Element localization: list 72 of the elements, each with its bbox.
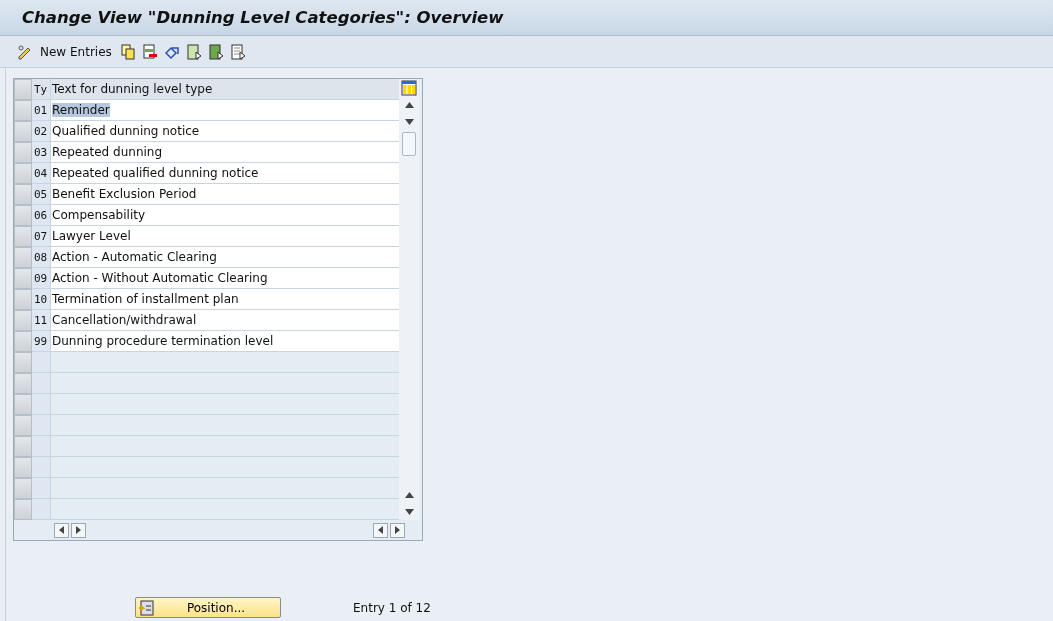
row-selector[interactable] bbox=[14, 289, 32, 310]
table-cell[interactable]: Cancellation/withdrawal bbox=[51, 310, 399, 331]
window-title: Change View "Dunning Level Categories": Overview bbox=[22, 8, 504, 27]
scroll-down-icon[interactable] bbox=[404, 118, 414, 125]
row-selector[interactable] bbox=[14, 205, 32, 226]
table-cell[interactable]: Qualified dunning notice bbox=[51, 121, 399, 142]
table-cell: 06 bbox=[32, 205, 51, 226]
row-selector[interactable] bbox=[14, 226, 32, 247]
table-cell[interactable]: Benefit Exclusion Period bbox=[51, 184, 399, 205]
scroll-up-icon[interactable] bbox=[404, 491, 414, 498]
scroll-right-button[interactable] bbox=[71, 522, 86, 538]
table-cell[interactable]: Repeated qualified dunning notice bbox=[51, 163, 399, 184]
row-selector[interactable] bbox=[14, 415, 32, 436]
select-block-icon[interactable] bbox=[207, 43, 224, 60]
table-cell[interactable]: Termination of installment plan bbox=[51, 289, 399, 310]
scroll-left-button[interactable] bbox=[54, 522, 69, 538]
row-selector[interactable] bbox=[14, 478, 32, 499]
table-cell: 05 bbox=[32, 184, 51, 205]
select-all-button[interactable] bbox=[14, 79, 32, 100]
table-cell: 01 bbox=[32, 100, 51, 121]
row-selector[interactable] bbox=[14, 100, 32, 121]
copy-icon[interactable] bbox=[119, 43, 136, 60]
row-selector[interactable] bbox=[14, 184, 32, 205]
position-button[interactable]: Position... bbox=[135, 597, 281, 618]
scroll-down-icon[interactable] bbox=[404, 508, 414, 515]
table-cell: 04 bbox=[32, 163, 51, 184]
caret-left-icon bbox=[59, 526, 64, 534]
delete-icon[interactable] bbox=[141, 43, 158, 60]
scroll-thumb[interactable] bbox=[402, 132, 416, 156]
table-cell: 03 bbox=[32, 142, 51, 163]
row-selector[interactable] bbox=[14, 268, 32, 289]
select-all-icon[interactable] bbox=[185, 43, 202, 60]
column-settings-icon[interactable] bbox=[401, 79, 417, 96]
caret-right-icon bbox=[395, 526, 400, 534]
table-cell[interactable]: Action - Automatic Clearing bbox=[51, 247, 399, 268]
caret-left-icon bbox=[378, 526, 383, 534]
column-header[interactable]: Ty bbox=[32, 79, 51, 100]
table-cell: 11 bbox=[32, 310, 51, 331]
row-selector[interactable] bbox=[14, 247, 32, 268]
table-cell[interactable]: Reminder bbox=[51, 100, 399, 121]
table-cell: 07 bbox=[32, 226, 51, 247]
row-selector[interactable] bbox=[14, 163, 32, 184]
row-selector[interactable] bbox=[14, 142, 32, 163]
table-cell: 99 bbox=[32, 331, 51, 352]
deselect-icon[interactable] bbox=[229, 43, 246, 60]
scroll-right-button[interactable] bbox=[390, 522, 405, 538]
row-selector[interactable] bbox=[14, 352, 32, 373]
table-cell[interactable]: Lawyer Level bbox=[51, 226, 399, 247]
scroll-up-icon[interactable] bbox=[404, 101, 414, 108]
entry-info: Entry 1 of 12 bbox=[353, 600, 431, 615]
table-cell[interactable]: Repeated dunning bbox=[51, 142, 399, 163]
row-selector[interactable] bbox=[14, 331, 32, 352]
table-cell[interactable]: Action - Without Automatic Clearing bbox=[51, 268, 399, 289]
table-cell: 02 bbox=[32, 121, 51, 142]
table-cell[interactable]: Dunning procedure termination level bbox=[51, 331, 399, 352]
row-selector[interactable] bbox=[14, 436, 32, 457]
column-header[interactable]: Text for dunning level type bbox=[51, 79, 399, 100]
position-icon bbox=[138, 599, 154, 616]
row-selector[interactable] bbox=[14, 373, 32, 394]
row-selector[interactable] bbox=[14, 310, 32, 331]
caret-right-icon bbox=[76, 526, 81, 534]
row-selector[interactable] bbox=[14, 457, 32, 478]
row-selector[interactable] bbox=[14, 499, 32, 520]
table-cell: 09 bbox=[32, 268, 51, 289]
table-cell: 10 bbox=[32, 289, 51, 310]
scroll-left-button[interactable] bbox=[373, 522, 388, 538]
row-selector[interactable] bbox=[14, 394, 32, 415]
pencil-icon[interactable] bbox=[16, 43, 32, 60]
table-cell: 08 bbox=[32, 247, 51, 268]
table-cell[interactable]: Compensability bbox=[51, 205, 399, 226]
row-selector[interactable] bbox=[14, 121, 32, 142]
new-entries-button[interactable]: New Entries bbox=[38, 42, 114, 61]
